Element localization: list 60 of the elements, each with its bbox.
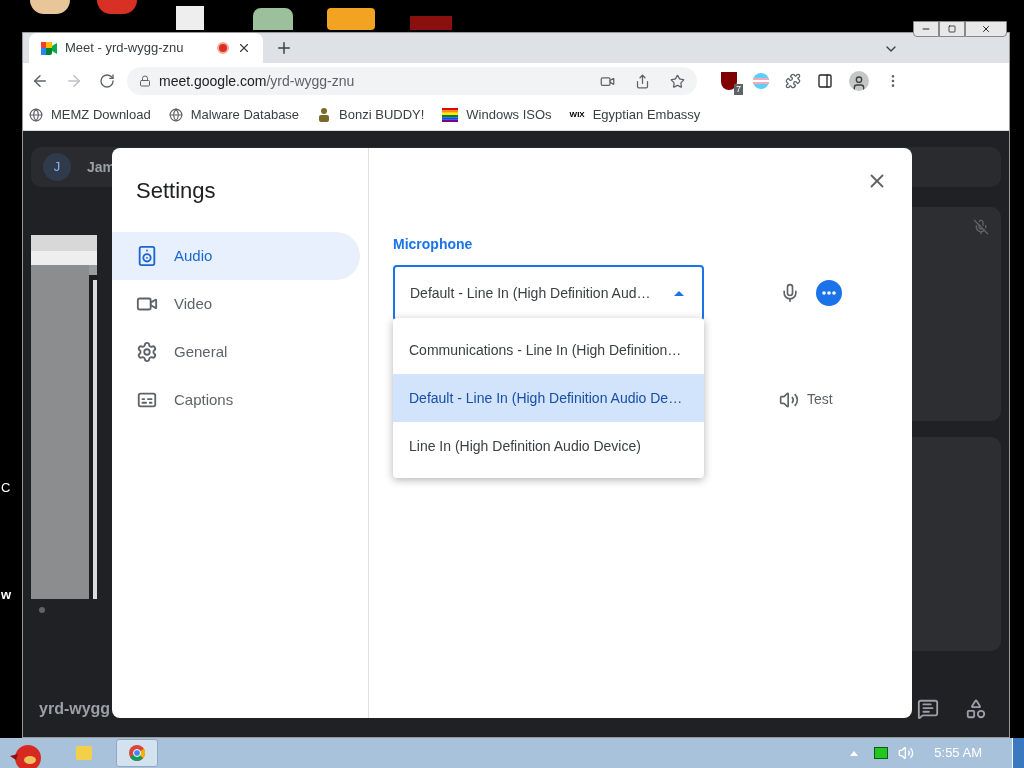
extensions-icon[interactable] [785,73,801,89]
settings-nav-item[interactable]: Audio [112,232,360,280]
desktop-icon-label: w [1,586,12,604]
extension-badge: 7 [734,84,743,95]
meet-logo-icon [41,41,57,55]
address-bar[interactable]: meet.google.com/yrd-wygg-znu [127,67,697,95]
maximize-icon [948,25,956,33]
mic-icon [780,283,800,303]
close-tab-icon[interactable] [237,41,251,55]
side-panel-icon[interactable] [817,73,833,89]
dots-icon [822,291,836,295]
browser-logo-icon [129,745,145,761]
logo-icon: WIX [569,110,585,119]
caret-icon [674,290,684,296]
meeting-code: yrd-wygg [39,699,112,719]
speaker-icon [136,245,158,267]
settings-nav-item[interactable]: Video [112,280,360,328]
settings-nav-item[interactable]: Captions [112,376,360,424]
url-text: meet.google.com/yrd-wygg-znu [159,71,356,91]
desktop-icon-label: C [1,479,11,497]
network-icon[interactable] [874,747,889,759]
bookmark-star-icon[interactable] [670,73,685,89]
bookmark-item[interactable]: WIX Egyptian Embassy [569,104,701,125]
settings-nav-item[interactable]: General [112,328,360,376]
close-icon [981,24,991,34]
test-speaker-button[interactable]: Test [779,389,833,410]
bookmark-item[interactable]: Malware Database [168,104,300,125]
gear-icon [136,341,158,363]
lock-icon [139,75,151,87]
muted-mic-icon [973,219,989,235]
browser-tab[interactable]: Meet - yrd-wygg-znu [29,33,263,63]
bookmark-item[interactable]: Bonzi BUDDY! [317,104,425,125]
globe-icon [168,107,183,122]
dropdown-option[interactable]: Communications - Line In (High Definition… [393,326,704,374]
speaker-icon [779,389,799,410]
taskbar-button[interactable] [116,739,158,767]
participant-avatar: J [43,153,71,181]
reload-icon[interactable] [99,73,115,89]
maximize-button[interactable] [939,21,965,37]
field-label: Microphone [393,235,474,254]
dropdown-option[interactable]: Line In (High Definition Audio Device) [393,422,704,470]
dialog-title: Settings [135,177,217,205]
new-tab-icon[interactable] [275,39,293,57]
tab-title: Meet - yrd-wygg-znu [65,39,185,58]
back-icon[interactable] [31,72,49,90]
shield-extension-icon[interactable] [721,72,737,90]
chat-icon[interactable] [917,698,939,720]
close-window-button[interactable] [965,21,1007,37]
share-icon[interactable] [635,73,650,89]
minimize-button[interactable] [913,21,939,37]
bookmark-item[interactable]: Windows ISOs [442,104,552,125]
rainbow-flag-icon [442,107,459,122]
figure-icon [317,106,332,123]
profile-avatar[interactable] [849,71,869,91]
show-desktop-button[interactable] [1012,738,1024,768]
more-options-button[interactable] [816,280,842,306]
activities-icon[interactable] [965,698,987,720]
globe-icon [29,107,43,122]
dropdown-option[interactable]: Default - Line In (High Definition Audio De… [393,374,704,422]
bookmark-item[interactable]: MEMZ Download [29,104,151,125]
